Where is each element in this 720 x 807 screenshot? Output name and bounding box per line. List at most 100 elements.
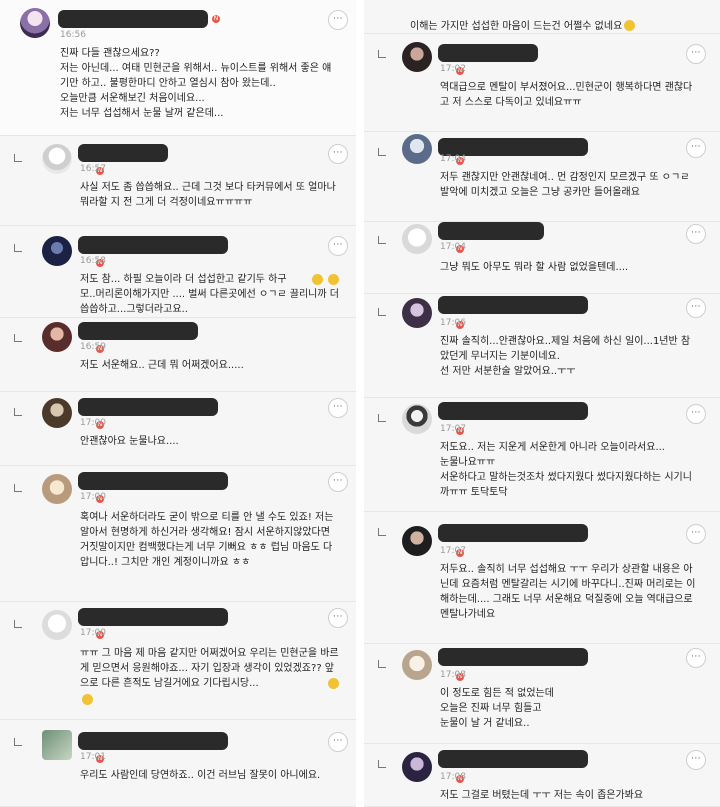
reply-indicator-icon [378,528,386,536]
crying-emoji-icon [328,274,339,285]
comment-time: 17:00 [80,492,106,502]
reply-indicator-icon [14,484,22,492]
reply-item: N 17:07 ··· 저도요.. 저는 지운게 서운한게 아니라 오늘이라서요… [364,398,720,512]
reply-item: N 17:07 ··· 저두요.. 솔직히 너무 섭섭해요 ㅜㅜ 우리가 상관할… [364,512,720,644]
comment-time: 16:58 [80,256,106,266]
reply-indicator-icon [378,236,386,244]
redacted-username [438,296,588,314]
comment-text: ㅠㅠ 그 마음 제 마음 같지만 어쩌겠어요 우리는 민현군을 바르게 믿으면서… [80,648,339,689]
more-options-button[interactable]: ··· [686,750,706,770]
reply-item: N 16:57 ··· 사실 저도 좀 씁씁해요.. 근데 그것 보다 타커뮤에… [0,136,356,226]
comment-text: 진짜 솔직히...안괜찮아요..제일 처음에 하신 일이...1년반 참았던게 … [440,336,691,377]
more-options-button[interactable]: ··· [686,44,706,64]
reply-item: N 16:58 ··· 저도 참... 하필 오늘이라 더 섭섭한고 같기두 하… [0,226,356,318]
more-options-button[interactable]: ··· [328,144,348,164]
comment-text: 저도 그걸로 버텼는데 ㅜㅜ 저는 속이 좁은가봐요 [440,790,644,801]
avatar[interactable] [402,526,432,556]
avatar[interactable] [42,322,72,352]
comment-text: 저도 참... 하필 오늘이라 더 섭섭한고 같기두 하구 모..머리론이해가지… [80,274,339,315]
more-options-button[interactable]: ··· [328,10,348,30]
new-badge: N [212,15,220,23]
more-options-button[interactable]: ··· [686,298,706,318]
avatar[interactable] [402,224,432,254]
comment-text: 혹여나 서운하더라도 굳이 밖으로 티를 안 낼 수도 있죠! 저는 알아서 현… [80,512,334,568]
reply-indicator-icon [14,334,22,342]
more-options-button[interactable]: ··· [328,732,348,752]
avatar[interactable] [42,474,72,504]
avatar[interactable] [42,610,72,640]
column-divider [356,0,364,807]
reply-indicator-icon [378,308,386,316]
reply-item: N 17:04 ··· 그냥 뭐도 아무도 뭐라 할 사람 없었을텐데.... [364,222,720,294]
comment-text: 저도 서운해요.. 근데 뭐 어쩌겠어요..... [80,360,244,371]
reply-item: N 17:00 ··· ㅠㅠ 그 마음 제 마음 같지만 어쩌겠어요 우리는 민… [0,602,356,720]
redacted-username [58,10,208,28]
avatar[interactable] [402,298,432,328]
reply-indicator-icon [378,660,386,668]
redacted-username [78,236,228,254]
comment-text: 역대급으로 멘탈이 부서졌어요...민현군이 행복하다면 괜찮다고 저 스스로 … [440,82,693,108]
more-options-button[interactable]: ··· [686,648,706,668]
comment-text: 우리도 사람인데 당연하죠.. 이건 러브님 잘못이 아니에요. [80,770,321,781]
reply-indicator-icon [14,408,22,416]
reply-item: N 17:06 ··· 진짜 솔직히...안괜찮아요..제일 처음에 하신 일이… [364,294,720,398]
comment-time: 17:02 [440,64,466,74]
comment-time: 17:07 [440,546,466,556]
right-comment-column: 이해는 가지만 섭섭한 마음이 드는건 어쩔수 없네요 N 17:02 ··· … [364,0,720,807]
more-options-button[interactable]: ··· [686,138,706,158]
comment-time: 17:04 [440,242,466,252]
comment-text: 이 정도로 힘든 적 없었는데 오늘은 진짜 너무 힘들고 눈물이 날 거 같네… [440,688,554,729]
cheering-emoji-icon [82,694,93,705]
comment-time: 17:00 [80,418,106,428]
redacted-username [78,732,228,750]
redacted-username [438,524,588,542]
redacted-username [438,222,544,240]
redacted-username [78,472,228,490]
reply-item: 이해는 가지만 섭섭한 마음이 드는건 어쩔수 없네요 [364,0,720,34]
more-options-button[interactable]: ··· [686,224,706,244]
comment-text-content: 이해는 가지만 섭섭한 마음이 드는건 어쩔수 없네요 [410,21,623,32]
comment-text: 이해는 가지만 섭섭한 마음이 드는건 어쩔수 없네요 [410,4,700,34]
comment-item: N 16:56 ··· 진짜 다들 괜찮으세요?? 저는 아닌데... 여태 민… [0,0,356,136]
more-options-button[interactable]: ··· [328,236,348,256]
reply-indicator-icon [378,50,386,58]
comment-time: 16:56 [60,30,86,40]
more-options-button[interactable]: ··· [328,608,348,628]
more-options-button[interactable]: ··· [328,398,348,418]
reply-item: N 17:02 ··· 역대급으로 멘탈이 부서졌어요...민현군이 행복하다면… [364,34,720,132]
reply-item: N 17:00 ··· 안괜찮아요 눈물나요.... [0,392,356,466]
comment-text: 저두 괜찮지만 안괜찮네여.. 먼 감정인지 모르겠구 또 ㅇㄱㄹ 발악에 미치… [440,172,690,198]
reply-item: N 16:59 저도 서운해요.. 근데 뭐 어쩌겠어요..... [0,318,356,392]
comment-text: 사실 저도 좀 씁씁해요.. 근데 그것 보다 타커뮤에서 또 얼마나 뭐라할 … [80,182,336,208]
avatar[interactable] [402,134,432,164]
avatar[interactable] [42,730,72,760]
avatar[interactable] [20,8,50,38]
more-options-button[interactable]: ··· [328,472,348,492]
more-options-button[interactable]: ··· [686,404,706,424]
comment-text: 안괜찮아요 눈물나요.... [80,436,179,447]
comment-screenshot-collage: N 16:56 ··· 진짜 다들 괜찮으세요?? 저는 아닌데... 여태 민… [0,0,720,807]
redacted-username [438,750,588,768]
avatar[interactable] [402,752,432,782]
reply-indicator-icon [14,738,22,746]
reply-indicator-icon [378,414,386,422]
comment-time: 17:07 [440,424,466,434]
avatar[interactable] [402,650,432,680]
reply-indicator-icon [378,148,386,156]
crying-emoji-icon [312,274,323,285]
sad-emoji-icon [624,20,636,31]
avatar[interactable] [402,42,432,72]
avatar[interactable] [42,236,72,266]
cheering-emoji-icon [328,678,339,689]
avatar[interactable] [42,398,72,428]
reply-indicator-icon [14,154,22,162]
reply-item: N 17:01 ··· 우리도 사람인데 당연하죠.. 이건 러브님 잘못이 아… [0,720,356,807]
avatar[interactable] [402,404,432,434]
more-options-button[interactable]: ··· [686,524,706,544]
avatar[interactable] [42,144,72,174]
comment-text: 그냥 뭐도 아무도 뭐라 할 사람 없었을텐데.... [440,262,629,273]
comment-time: 17:04 [440,154,466,164]
reply-item: N 17:00 ··· 혹여나 서운하더라도 굳이 밖으로 티를 안 낼 수도 … [0,466,356,602]
redacted-username [438,402,588,420]
reply-item: N 17:08 ··· 이 정도로 힘든 적 없었는데 오늘은 진짜 너무 힘들… [364,644,720,744]
